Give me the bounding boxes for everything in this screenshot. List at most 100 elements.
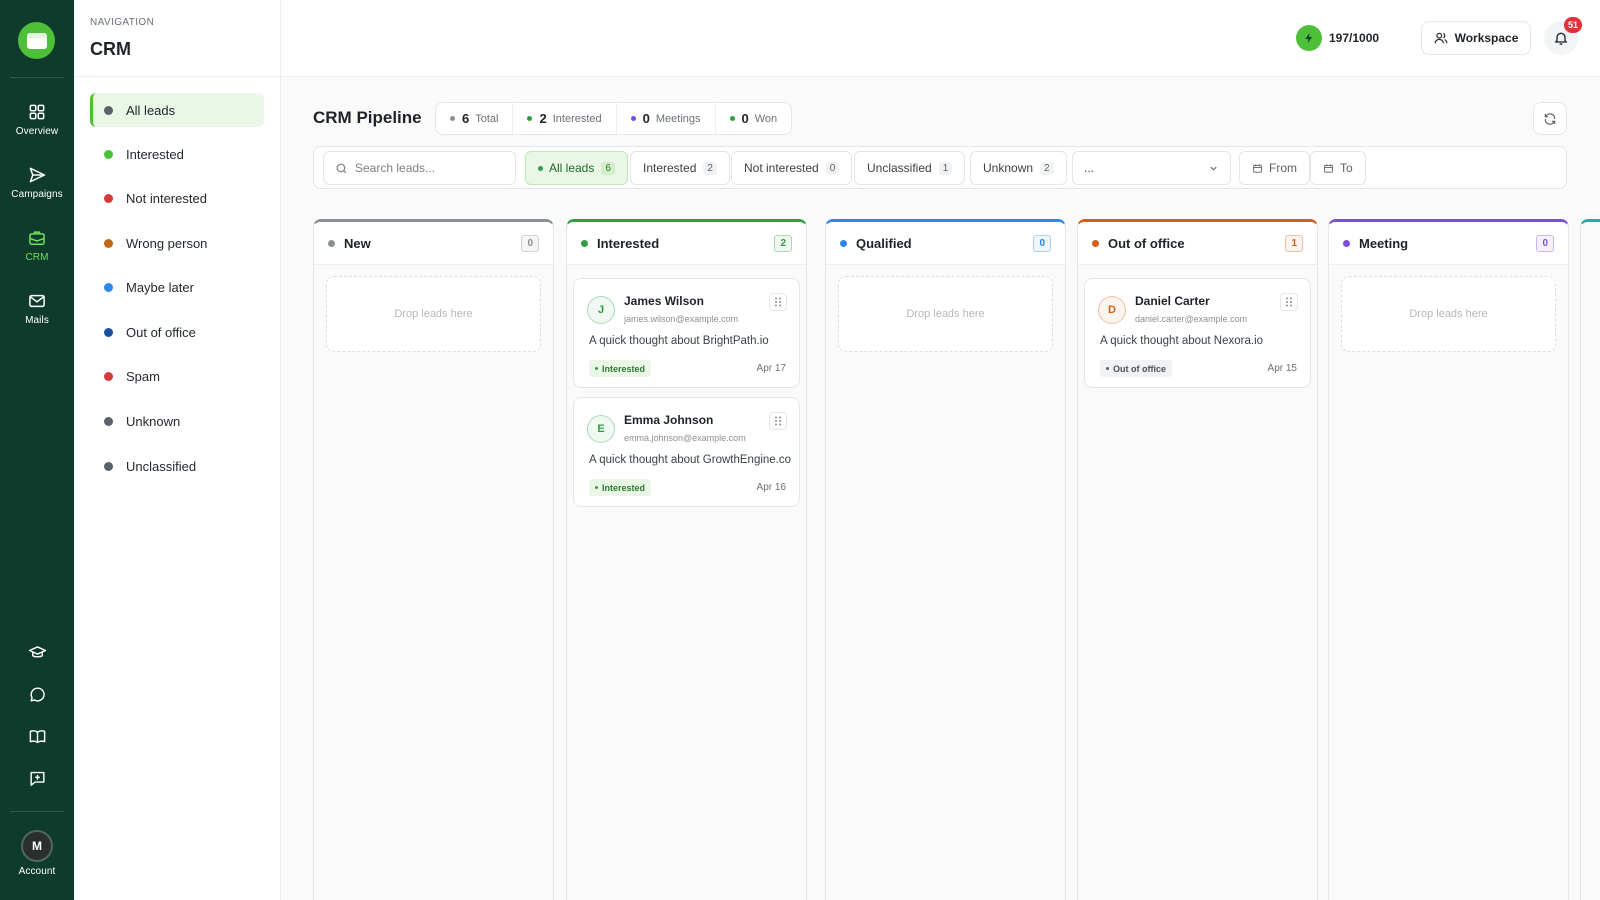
status-badge: Interested <box>589 479 652 496</box>
lead-name: James Wilson <box>624 294 704 308</box>
nav-item-out-of-office[interactable]: Out of office <box>90 315 264 349</box>
active-dot <box>538 165 543 171</box>
stat-won: 0 Won <box>716 103 792 134</box>
rail-item-label: Mails <box>25 315 49 326</box>
chip-count: 0 <box>825 161 840 175</box>
rail-item-label: Overview <box>15 126 59 137</box>
chip-label: Unclassified <box>867 161 932 175</box>
account-button[interactable]: M Account <box>0 830 74 877</box>
kanban-column-qualified: Qualified 0 Drop leads here <box>825 219 1066 900</box>
navigation-panel: NAVIGATION CRM All leads Interested Not in… <box>74 0 281 900</box>
refresh-button[interactable] <box>1533 102 1567 135</box>
drag-handle-icon[interactable] <box>769 293 787 311</box>
stat-label: Interested <box>552 112 602 125</box>
date-from-button[interactable]: From <box>1239 151 1310 185</box>
lead-card[interactable]: J James Wilson james.wilson@example.com A q… <box>573 278 800 388</box>
bell-icon <box>1555 32 1567 45</box>
column-count: 1 <box>1285 234 1303 252</box>
nav-title: CRM <box>90 39 131 59</box>
column-dot <box>1092 239 1099 247</box>
drag-handle-icon[interactable] <box>1280 293 1298 311</box>
rail-item-overview[interactable]: Overview <box>0 102 74 137</box>
column-header: Meeting 0 <box>1329 222 1568 265</box>
stat-label: Meetings <box>655 112 701 125</box>
nav-item-label: All leads <box>126 102 176 118</box>
lead-card[interactable]: D Daniel Carter daniel.carter@example.com A… <box>1084 278 1311 388</box>
rail-item-campaigns[interactable]: Campaigns <box>0 165 74 200</box>
status-select[interactable]: ... <box>1072 151 1231 185</box>
drag-handle-icon[interactable] <box>769 412 787 430</box>
nav-item-unclassified[interactable]: Unclassified <box>90 449 264 483</box>
filter-chip-interested[interactable]: Interested 2 <box>630 151 730 185</box>
drop-zone[interactable]: Drop leads here <box>326 276 541 352</box>
select-value: ... <box>1084 161 1095 175</box>
search-input[interactable] <box>355 161 505 175</box>
chip-count: 2 <box>703 161 717 175</box>
nav-item-all-leads[interactable]: All leads <box>90 93 264 127</box>
briefcase-icon <box>29 231 45 245</box>
filter-chip-unclassified[interactable]: Unclassified 1 <box>854 151 966 185</box>
nav-item-spam[interactable]: Spam <box>90 359 264 393</box>
lead-snippet: A quick thought about BrightPath.io <box>589 335 769 347</box>
stat-interested: 2 Interested <box>513 103 617 134</box>
stat-total: 6 Total <box>436 103 514 134</box>
status-badge: Out of office <box>1100 360 1172 377</box>
filter-chip-unknown[interactable]: Unknown 2 <box>970 151 1067 185</box>
date-from-label: From <box>1269 161 1297 175</box>
lead-card[interactable]: E Emma Johnson emma.johnson@example.com A q… <box>573 397 800 507</box>
lead-avatar: J <box>587 296 615 324</box>
lead-email: daniel.carter@example.com <box>1135 314 1248 324</box>
kanban-column-interested: Interested 2 J James Wilson james.wilson@exa… <box>566 219 807 900</box>
send-icon <box>29 167 46 183</box>
lead-avatar: D <box>1098 296 1126 324</box>
status-dot <box>104 282 113 292</box>
credits-value: 197/1000 <box>1329 31 1380 45</box>
credits-indicator[interactable]: 197/1000 <box>1296 25 1379 51</box>
feedback-button[interactable] <box>0 769 74 788</box>
badge-dot <box>595 486 598 489</box>
nav-item-wrong-person[interactable]: Wrong person <box>90 226 264 260</box>
nav-item-maybe-later[interactable]: Maybe later <box>90 270 264 304</box>
status-dot <box>104 327 113 337</box>
status-dot <box>104 149 113 159</box>
column-dot <box>328 239 335 247</box>
lead-name: Daniel Carter <box>1135 294 1210 308</box>
filter-chip-not-interested[interactable]: Not interested 0 <box>731 151 853 185</box>
rail-item-crm[interactable]: CRM <box>0 228 74 263</box>
date-to-button[interactable]: To <box>1310 151 1366 185</box>
column-header: Out of office 1 <box>1078 222 1317 265</box>
status-dot <box>104 371 113 381</box>
lead-email: emma.johnson@example.com <box>624 433 746 443</box>
status-dot <box>104 105 113 115</box>
workspace-button[interactable]: Workspace <box>1421 21 1531 55</box>
search-box[interactable] <box>323 151 516 185</box>
drop-zone[interactable]: Drop leads here <box>1341 276 1556 352</box>
nav-item-not-interested[interactable]: Not interested <box>90 181 264 215</box>
docs-button[interactable] <box>0 727 74 746</box>
app-logo[interactable] <box>18 22 55 59</box>
academy-button[interactable] <box>0 643 74 662</box>
filter-bar: All leads 6 Interested 2 Not interested … <box>313 146 1567 189</box>
graduation-cap-icon <box>28 646 46 658</box>
chip-label: All leads <box>549 161 595 175</box>
chip-label: Not interested <box>744 161 819 175</box>
page-title: CRM Pipeline <box>313 108 422 127</box>
chat-button[interactable] <box>0 685 74 704</box>
chevron-down-icon <box>1210 166 1217 171</box>
nav-item-unknown[interactable]: Unknown <box>90 404 264 438</box>
lead-snippet: A quick thought about Nexora.io <box>1100 335 1264 347</box>
lead-name: Emma Johnson <box>624 413 714 427</box>
stat-value: 0 <box>741 111 749 126</box>
stat-dot <box>630 116 636 121</box>
notifications-button[interactable]: 51 <box>1544 17 1582 55</box>
rail-item-mails[interactable]: Mails <box>0 291 74 326</box>
drop-zone[interactable]: Drop leads here <box>838 276 1053 352</box>
lightning-icon <box>1296 25 1322 51</box>
stat-meetings: 0 Meetings <box>617 103 716 134</box>
users-icon <box>1434 32 1448 44</box>
stat-value: 0 <box>642 111 650 126</box>
nav-item-interested[interactable]: Interested <box>90 137 264 171</box>
rail-divider <box>10 811 64 812</box>
filter-chip-all-leads[interactable]: All leads 6 <box>525 151 628 185</box>
kanban-column-out-of-office: Out of office 1 D Daniel Carter daniel.carte… <box>1077 219 1318 900</box>
